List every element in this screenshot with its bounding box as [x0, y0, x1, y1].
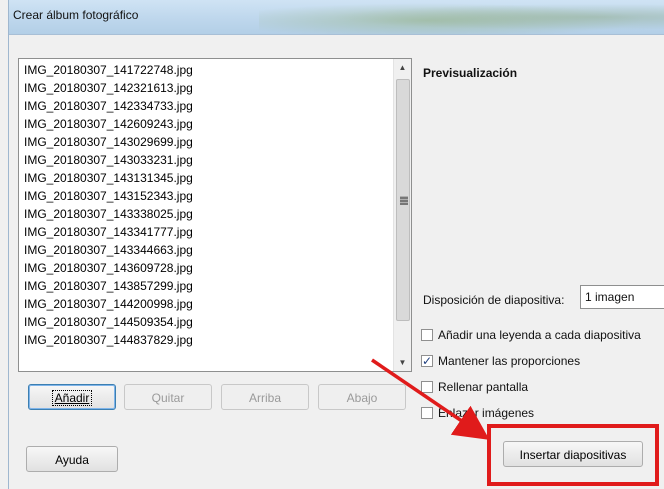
annotation-arrow-icon: [371, 358, 490, 440]
